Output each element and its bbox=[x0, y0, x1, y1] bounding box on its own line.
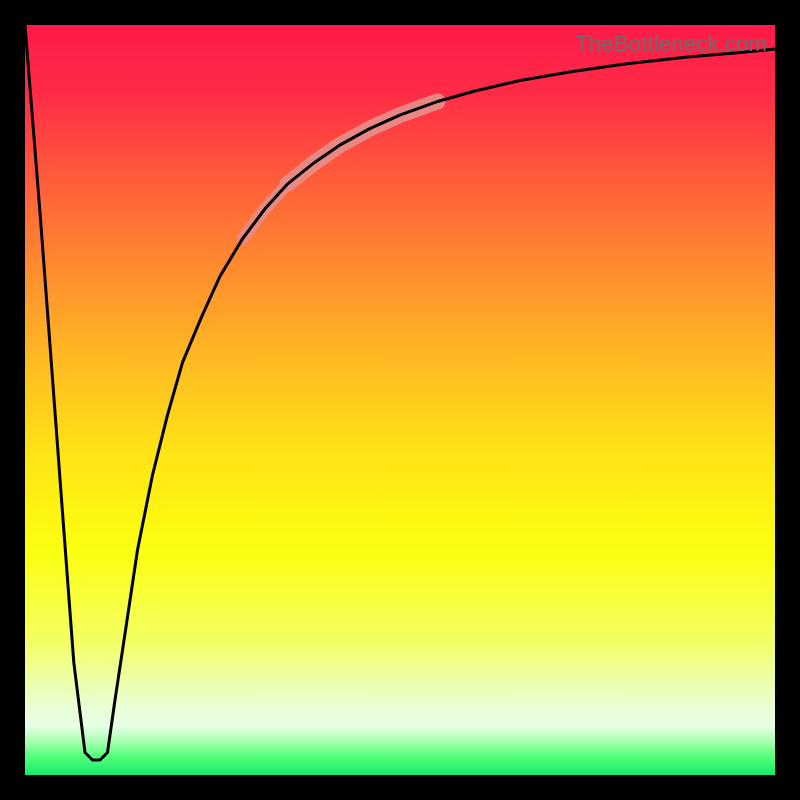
curve-layer bbox=[25, 25, 775, 775]
outer-frame: TheBottleneck.com bbox=[0, 0, 800, 800]
bottleneck-curve bbox=[25, 25, 775, 760]
plot-area: TheBottleneck.com bbox=[25, 25, 775, 775]
watermark-text: TheBottleneck.com bbox=[575, 31, 767, 57]
curve-highlight bbox=[243, 102, 438, 239]
